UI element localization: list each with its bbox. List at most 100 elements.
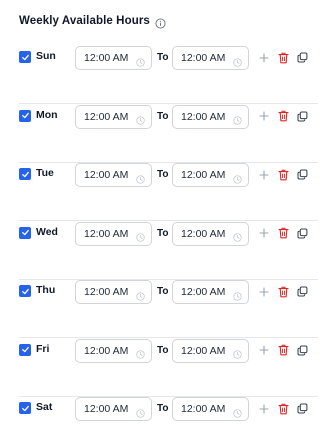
day-label: Thu: [36, 284, 56, 296]
end-time-value: 12:00 AM: [181, 227, 226, 240]
copy-icon: [297, 344, 308, 356]
delete-time-slot-button[interactable]: [277, 168, 290, 181]
day-row-mon: Mon 12:00 AM To 12:00 AM: [19, 104, 318, 163]
copy-icon: [297, 286, 308, 297]
end-time-value: 12:00 AM: [181, 52, 226, 64]
start-time-field[interactable]: 12:00 AM: [75, 397, 152, 421]
start-time-value: 12:00 AM: [84, 286, 129, 298]
day-checkbox[interactable]: [19, 343, 31, 356]
day-label: Mon: [36, 108, 58, 121]
clock-icon: [136, 346, 145, 359]
plus-icon: [258, 345, 269, 355]
end-time-field[interactable]: 12:00 AM: [172, 163, 249, 187]
add-time-slot-button[interactable]: [257, 51, 270, 64]
add-time-slot-button[interactable]: [257, 344, 270, 357]
clock-icon: [136, 405, 145, 418]
to-label: To: [157, 110, 169, 122]
add-time-slot-button[interactable]: [257, 168, 270, 181]
to-label: To: [157, 344, 169, 356]
trash-icon: [278, 403, 289, 414]
copy-time-slot-button[interactable]: [296, 344, 309, 357]
checkmark-icon: [21, 346, 29, 353]
day-label: Tue: [36, 167, 54, 179]
end-time-field[interactable]: 12:00 AM: [172, 338, 249, 363]
start-time-field[interactable]: 12:00 AM: [75, 338, 152, 363]
clock-icon: [233, 405, 242, 418]
start-time-field[interactable]: 12:00 AM: [75, 280, 152, 304]
clock-icon: [136, 229, 145, 242]
delete-time-slot-button[interactable]: [277, 344, 290, 357]
add-time-slot-button[interactable]: [257, 402, 270, 415]
trash-icon: [278, 227, 289, 239]
delete-time-slot-button[interactable]: [277, 51, 290, 64]
start-time-field[interactable]: 12:00 AM: [75, 163, 152, 187]
clock-icon: [136, 54, 145, 67]
delete-time-slot-button[interactable]: [277, 285, 290, 298]
start-time-field[interactable]: 12:00 AM: [75, 104, 152, 129]
end-time-field[interactable]: 12:00 AM: [172, 104, 249, 129]
end-time-value: 12:00 AM: [181, 286, 226, 298]
add-time-slot-button[interactable]: [257, 285, 270, 298]
weekly-hours-panel: Weekly Available Hours Sun 12:00 AM To 1…: [0, 0, 326, 434]
clock-icon: [136, 171, 145, 184]
copy-time-slot-button[interactable]: [296, 110, 309, 123]
info-circle-icon[interactable]: [155, 16, 166, 29]
trash-icon: [278, 52, 289, 63]
day-checkbox[interactable]: [19, 168, 31, 180]
day-row-tue: Tue 12:00 AM To 12:00 AM: [19, 163, 318, 221]
delete-time-slot-button[interactable]: [277, 227, 290, 240]
to-label: To: [157, 169, 169, 180]
copy-icon: [297, 227, 308, 239]
copy-icon: [297, 403, 308, 414]
day-checkbox[interactable]: [19, 285, 31, 297]
plus-icon: [258, 403, 269, 414]
copy-time-slot-button[interactable]: [296, 402, 309, 415]
to-label: To: [157, 52, 169, 63]
start-time-field[interactable]: 12:00 AM: [75, 46, 152, 70]
day-checkbox[interactable]: [19, 109, 31, 122]
delete-time-slot-button[interactable]: [277, 402, 290, 415]
plus-icon: [258, 52, 269, 63]
copy-icon: [297, 110, 308, 122]
clock-icon: [233, 346, 242, 359]
delete-time-slot-button[interactable]: [277, 110, 290, 123]
day-label: Sun: [36, 50, 56, 62]
start-time-value: 12:00 AM: [84, 110, 129, 123]
plus-icon: [258, 228, 269, 238]
to-label: To: [157, 227, 169, 239]
start-time-field[interactable]: 12:00 AM: [75, 221, 152, 246]
copy-time-slot-button[interactable]: [296, 227, 309, 240]
end-time-value: 12:00 AM: [181, 169, 226, 181]
end-time-field[interactable]: 12:00 AM: [172, 221, 249, 246]
end-time-field[interactable]: 12:00 AM: [172, 397, 249, 421]
day-label: Wed: [36, 225, 58, 238]
end-time-field[interactable]: 12:00 AM: [172, 46, 249, 70]
add-time-slot-button[interactable]: [257, 227, 270, 240]
add-time-slot-button[interactable]: [257, 110, 270, 123]
checkmark-icon: [21, 171, 29, 177]
end-time-value: 12:00 AM: [181, 403, 226, 415]
clock-icon: [233, 112, 242, 125]
day-checkbox[interactable]: [19, 402, 31, 414]
copy-time-slot-button[interactable]: [296, 51, 309, 64]
checkmark-icon: [21, 229, 29, 236]
end-time-field[interactable]: 12:00 AM: [172, 280, 249, 304]
copy-time-slot-button[interactable]: [296, 285, 309, 298]
plus-icon: [258, 111, 269, 121]
clock-icon: [233, 288, 242, 301]
copy-time-slot-button[interactable]: [296, 168, 309, 181]
plus-icon: [258, 286, 269, 297]
day-checkbox[interactable]: [19, 51, 31, 63]
day-row-wed: Wed 12:00 AM To 12:00 AM: [19, 221, 318, 280]
clock-icon: [233, 171, 242, 184]
plus-icon: [258, 169, 269, 180]
start-time-value: 12:00 AM: [84, 169, 129, 181]
trash-icon: [278, 110, 289, 122]
day-checkbox[interactable]: [19, 226, 31, 239]
day-row-sat: Sat 12:00 AM To 12:00 AM: [19, 397, 318, 434]
section-title: Weekly Available Hours: [19, 15, 150, 27]
start-time-value: 12:00 AM: [84, 403, 129, 415]
day-row-fri: Fri 12:00 AM To 12:00 AM: [19, 338, 318, 397]
clock-icon: [233, 54, 242, 67]
start-time-value: 12:00 AM: [84, 344, 129, 357]
